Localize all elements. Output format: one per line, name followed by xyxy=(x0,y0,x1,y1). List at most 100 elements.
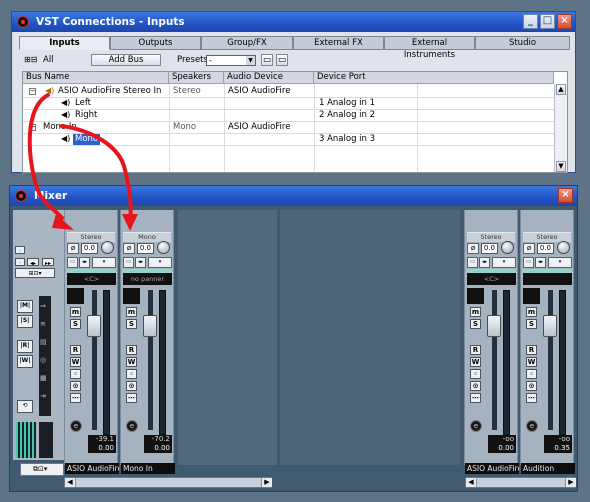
group-filter-icon[interactable]: ▤ xyxy=(40,338,47,346)
volume-fader-track[interactable] xyxy=(548,290,553,430)
table-row[interactable]: ◀) Mono 3 Analog in 3 xyxy=(23,134,554,146)
write-automation-button[interactable]: W xyxy=(70,357,81,367)
input-gain-value[interactable]: 0.0 xyxy=(481,243,498,254)
maximize-button[interactable]: □ xyxy=(540,14,555,29)
solo-button[interactable]: S xyxy=(126,319,137,329)
panner-display[interactable]: <C> xyxy=(467,273,516,285)
insert-slot[interactable] xyxy=(67,288,84,304)
edit-button[interactable]: e xyxy=(470,420,482,432)
fader-level-value[interactable]: 0.00 xyxy=(144,444,172,453)
peak-level-value[interactable]: -oo xyxy=(544,435,572,444)
presets-dropdown[interactable]: - ▼ xyxy=(206,55,256,66)
input-gain-value[interactable]: 0.0 xyxy=(137,243,154,254)
insert-slot[interactable] xyxy=(523,288,540,304)
volume-fader-track[interactable] xyxy=(92,290,97,430)
read-automation-button[interactable]: R xyxy=(70,345,81,355)
write-automation-button[interactable]: W xyxy=(470,357,481,367)
minimize-button[interactable]: _ xyxy=(523,14,538,29)
routing-dropdown[interactable]: ▾ xyxy=(148,257,172,268)
channel-name[interactable]: Mono In xyxy=(121,463,175,474)
tab-inputs[interactable]: Inputs xyxy=(19,36,110,50)
edit-settings-icon[interactable]: ⋯ xyxy=(526,393,537,403)
save-preset-icon[interactable]: ▭ xyxy=(261,54,273,66)
record-enable-icon[interactable]: ⊙ xyxy=(470,381,481,391)
output-filter-icon[interactable]: ⇥ xyxy=(40,392,46,400)
write-automation-button[interactable]: W xyxy=(526,357,537,367)
table-row[interactable]: − ◀) ASIO AudioFire Stereo In Stereo ASI… xyxy=(23,86,554,98)
routing-dropdown[interactable]: ▾ xyxy=(92,257,116,268)
pre-icon[interactable]: ◂▸ xyxy=(535,257,546,268)
gain-knob[interactable] xyxy=(557,241,570,254)
mixer-view-selector[interactable]: ⧉⊡▾ xyxy=(20,463,64,476)
pre-icon[interactable]: ◂▸ xyxy=(135,257,146,268)
col-speakers[interactable]: Speakers xyxy=(169,72,224,84)
panner-display[interactable] xyxy=(523,273,572,285)
scroll-left-icon[interactable]: ◀ xyxy=(65,478,76,487)
phase-icon[interactable]: ø xyxy=(67,243,79,254)
volume-fader-track[interactable] xyxy=(148,290,153,430)
tab-external-instruments[interactable]: External Instruments xyxy=(384,36,475,60)
peak-level-value[interactable]: -oo xyxy=(488,435,516,444)
expand-all-icon[interactable]: ⊞⊟ xyxy=(24,55,37,64)
volume-fader[interactable] xyxy=(143,315,157,337)
record-enable-icon[interactable]: ⊙ xyxy=(526,381,537,391)
mixer-scrollbar-left[interactable]: ◀ ▶ xyxy=(64,477,272,488)
collapse-icon[interactable]: − xyxy=(29,88,36,95)
tab-external-fx[interactable]: External FX xyxy=(293,36,384,50)
fx-filter-icon[interactable]: ◎ xyxy=(40,356,46,364)
close-button[interactable]: × xyxy=(557,14,572,29)
phase-icon[interactable]: ø xyxy=(467,243,479,254)
mute-button[interactable]: m xyxy=(526,307,537,317)
solo-button[interactable]: S xyxy=(470,319,481,329)
phase-icon[interactable]: ø xyxy=(123,243,135,254)
insert-slot[interactable] xyxy=(123,288,140,304)
reset-icon[interactable]: ⟲ xyxy=(17,400,33,413)
view-options-icon[interactable]: ⊞⊡▾ xyxy=(15,268,55,278)
input-gain-value[interactable]: 0.0 xyxy=(537,243,554,254)
routing-dropdown[interactable]: ▾ xyxy=(492,257,516,268)
scroll-down-icon[interactable]: ▼ xyxy=(556,161,566,172)
equalizer-icon[interactable]: ▭ xyxy=(523,257,534,268)
record-enable-icon[interactable]: ⊙ xyxy=(70,381,81,391)
mute-button[interactable]: m xyxy=(70,307,81,317)
edit-settings-icon[interactable]: ⋯ xyxy=(70,393,81,403)
routing-dropdown[interactable]: ▾ xyxy=(548,257,572,268)
read-automation-button[interactable]: R xyxy=(470,345,481,355)
edit-settings-icon[interactable]: ⋯ xyxy=(126,393,137,403)
edit-settings-icon[interactable]: ⋯ xyxy=(470,393,481,403)
col-device-port[interactable]: Device Port xyxy=(314,72,554,84)
mute-button[interactable]: m xyxy=(126,307,137,317)
write-automation-button[interactable]: W xyxy=(126,357,137,367)
add-bus-button[interactable]: Add Bus xyxy=(91,54,161,66)
volume-fader[interactable] xyxy=(487,315,501,337)
meter-settings-icon[interactable] xyxy=(39,422,53,458)
tab-group-fx[interactable]: Group/FX xyxy=(201,36,293,50)
monitor-icon[interactable]: ◦ xyxy=(70,369,81,379)
volume-fader[interactable] xyxy=(543,315,557,337)
phase-icon[interactable]: ø xyxy=(523,243,535,254)
mixer-title-bar[interactable]: Mixer × xyxy=(10,186,577,206)
audio-filter-icon[interactable]: ≋ xyxy=(40,320,46,328)
write-all-button[interactable]: |W| xyxy=(17,355,33,368)
fader-level-value[interactable]: 0.00 xyxy=(488,444,516,453)
strip-toggle-icon[interactable]: · xyxy=(15,246,25,255)
tab-outputs[interactable]: Outputs xyxy=(110,36,201,50)
monitor-icon[interactable]: ◦ xyxy=(126,369,137,379)
gain-knob[interactable] xyxy=(157,241,170,254)
delete-preset-icon[interactable]: ▭ xyxy=(276,54,288,66)
table-row[interactable]: ◀) Right 2 Analog in 2 xyxy=(23,110,554,122)
fader-level-value[interactable]: 0.00 xyxy=(88,444,116,453)
equalizer-icon[interactable]: ▭ xyxy=(467,257,478,268)
monitor-icon[interactable]: ◦ xyxy=(470,369,481,379)
peak-level-value[interactable]: -39.1 xyxy=(88,435,116,444)
insert-slot[interactable] xyxy=(467,288,484,304)
channel-name[interactable]: Audition xyxy=(521,463,575,474)
panner-display[interactable]: <C> xyxy=(67,273,116,285)
mute-all-button[interactable]: |M| xyxy=(17,300,33,313)
audio-device-value[interactable]: ASIO AudioFire xyxy=(228,86,290,97)
vst-title-bar[interactable]: VST Connections - Inputs _ □ × xyxy=(12,12,575,32)
channel-type-filter[interactable]: ⇒ ≋ ▤ ◎ ▦ ⇥ xyxy=(39,296,51,416)
edit-button[interactable]: e xyxy=(70,420,82,432)
narrow-icon[interactable]: ◂▸ xyxy=(27,258,39,267)
input-filter-icon[interactable]: ⇒ xyxy=(40,302,46,310)
